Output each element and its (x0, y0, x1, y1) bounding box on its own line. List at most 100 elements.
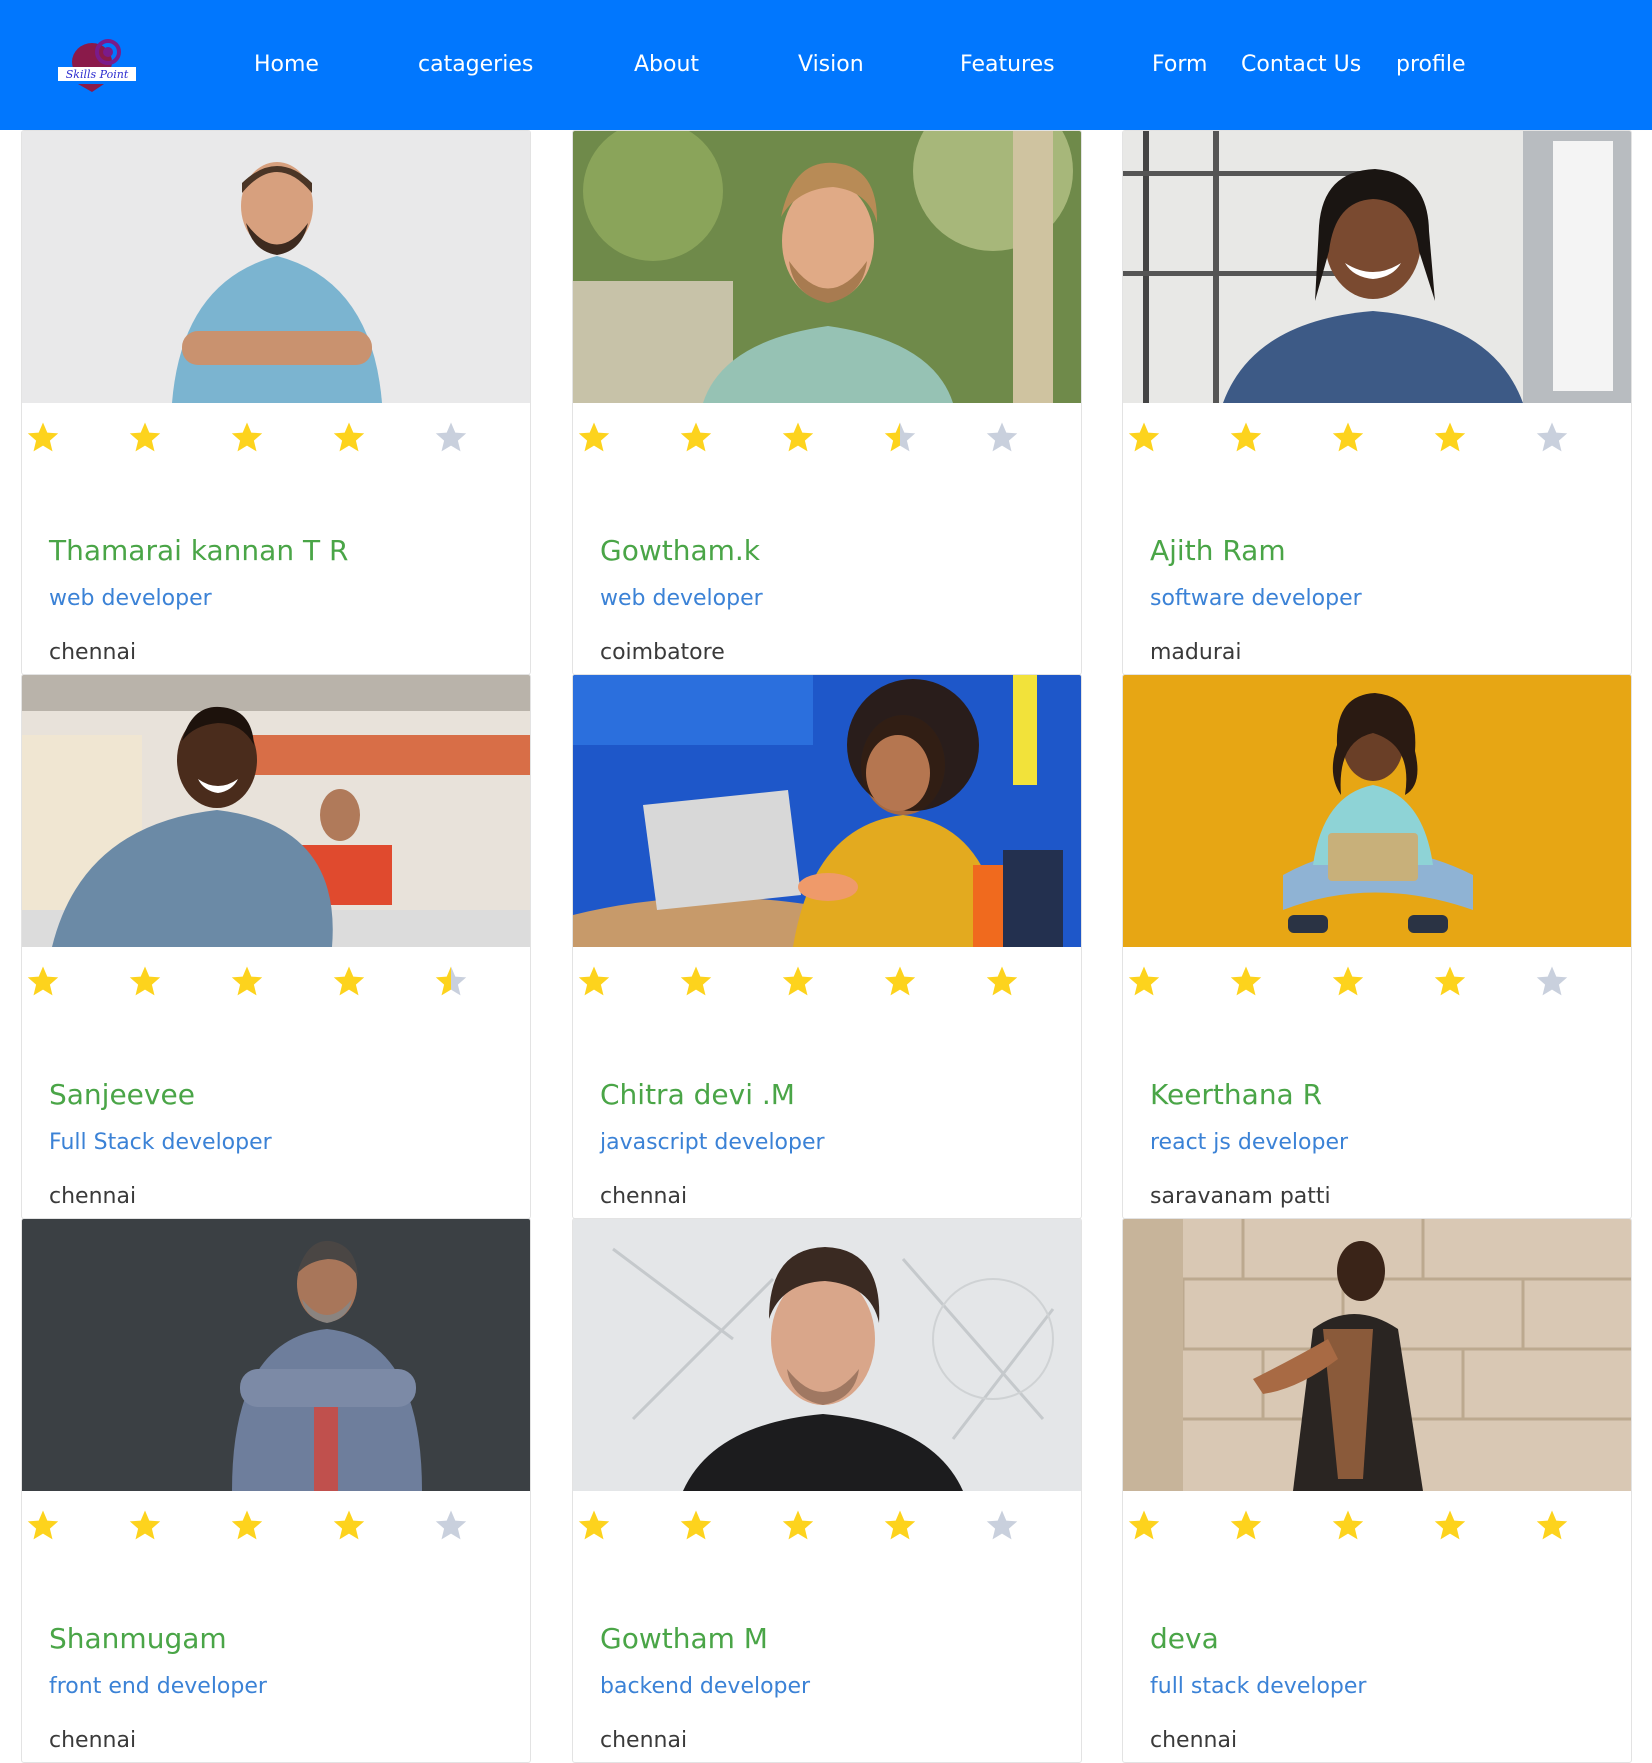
profile-card[interactable]: Keerthana R react js developer saravanam… (1122, 674, 1632, 1219)
star-filled-icon (1229, 1509, 1263, 1543)
profile-name[interactable]: Shanmugam (49, 1619, 227, 1659)
star-rating (22, 965, 530, 1015)
star-half-icon (434, 965, 468, 999)
star-filled-icon (781, 421, 815, 455)
profile-card[interactable]: Ajith Ram software developer madurai (1122, 130, 1632, 675)
profile-name[interactable]: Ajith Ram (1150, 531, 1286, 571)
star-filled-icon (679, 1509, 713, 1543)
profile-role: react js developer (1150, 1130, 1349, 1155)
star-rating (22, 1509, 530, 1559)
star-rating (1123, 965, 1631, 1015)
profile-card[interactable]: Shanmugam front end developer chennai (21, 1218, 531, 1763)
star-rating (1123, 1509, 1631, 1559)
profile-role: javascript developer (600, 1130, 825, 1155)
star-filled-icon (1331, 1509, 1365, 1543)
star-filled-icon (1127, 1509, 1161, 1543)
star-rating (573, 421, 1081, 471)
star-filled-icon (781, 1509, 815, 1543)
star-filled-icon (332, 1509, 366, 1543)
star-filled-icon (1433, 421, 1467, 455)
star-filled-icon (128, 1509, 162, 1543)
star-filled-icon (781, 965, 815, 999)
star-filled-icon (985, 965, 1019, 999)
star-filled-icon (1229, 421, 1263, 455)
star-filled-icon (1535, 1509, 1569, 1543)
profile-role: software developer (1150, 586, 1362, 611)
profile-name[interactable]: Thamarai kannan T R (49, 531, 348, 571)
profile-name[interactable]: Gowtham M (600, 1619, 768, 1659)
profile-role: web developer (600, 586, 763, 611)
profile-card[interactable]: deva full stack developer chennai (1122, 1218, 1632, 1763)
star-filled-icon (1331, 421, 1365, 455)
star-rating (573, 965, 1081, 1015)
profile-photo (22, 675, 530, 947)
star-filled-icon (679, 421, 713, 455)
star-filled-icon (577, 421, 611, 455)
profile-photo (22, 1219, 530, 1491)
profile-name[interactable]: Chitra devi .M (600, 1075, 795, 1115)
profile-card[interactable]: Sanjeevee Full Stack developer chennai (21, 674, 531, 1219)
star-filled-icon (883, 1509, 917, 1543)
star-empty-icon (1535, 421, 1569, 455)
profile-role: full stack developer (1150, 1674, 1367, 1699)
profile-city: madurai (1150, 640, 1242, 665)
profile-photo (1123, 675, 1631, 947)
star-filled-icon (577, 965, 611, 999)
profile-photo (1123, 131, 1631, 403)
star-empty-icon (1535, 965, 1569, 999)
star-filled-icon (128, 965, 162, 999)
star-rating (573, 1509, 1081, 1559)
star-filled-icon (230, 965, 264, 999)
star-empty-icon (434, 1509, 468, 1543)
star-filled-icon (679, 965, 713, 999)
profile-role: web developer (49, 586, 212, 611)
star-empty-icon (985, 421, 1019, 455)
profile-city: chennai (600, 1728, 688, 1753)
profile-city: chennai (1150, 1728, 1238, 1753)
star-empty-icon (434, 421, 468, 455)
profile-name[interactable]: Keerthana R (1150, 1075, 1322, 1115)
profile-city: chennai (600, 1184, 688, 1209)
star-rating (22, 421, 530, 471)
profile-card[interactable]: Gowtham.k web developer coimbatore (572, 130, 1082, 675)
profile-city: chennai (49, 1728, 137, 1753)
star-filled-icon (1127, 965, 1161, 999)
star-filled-icon (26, 1509, 60, 1543)
profile-photo (22, 131, 530, 403)
profile-name[interactable]: Gowtham.k (600, 531, 760, 571)
profile-city: saravanam patti (1150, 1184, 1331, 1209)
profile-role: Full Stack developer (49, 1130, 272, 1155)
profile-role: backend developer (600, 1674, 811, 1699)
profile-photo (573, 131, 1081, 403)
star-rating (1123, 421, 1631, 471)
star-empty-icon (985, 1509, 1019, 1543)
star-filled-icon (230, 421, 264, 455)
star-filled-icon (1433, 1509, 1467, 1543)
star-filled-icon (128, 421, 162, 455)
profile-name[interactable]: Sanjeevee (49, 1075, 195, 1115)
profile-card[interactable]: Thamarai kannan T R web developer chenna… (21, 130, 531, 675)
profile-photo (573, 1219, 1081, 1491)
profile-name[interactable]: deva (1150, 1619, 1219, 1659)
star-filled-icon (230, 1509, 264, 1543)
profile-city: coimbatore (600, 640, 725, 665)
star-filled-icon (1433, 965, 1467, 999)
profile-photo (1123, 1219, 1631, 1491)
star-filled-icon (332, 421, 366, 455)
star-filled-icon (26, 965, 60, 999)
star-filled-icon (1331, 965, 1365, 999)
star-filled-icon (1127, 421, 1161, 455)
star-half-icon (883, 421, 917, 455)
profile-card[interactable]: Chitra devi .M javascript developer chen… (572, 674, 1082, 1219)
star-filled-icon (883, 965, 917, 999)
profile-card-grid: Thamarai kannan T R web developer chenna… (0, 0, 1652, 1763)
star-filled-icon (1229, 965, 1263, 999)
profile-card[interactable]: Gowtham M backend developer chennai (572, 1218, 1082, 1763)
profile-photo (573, 675, 1081, 947)
profile-city: chennai (49, 640, 137, 665)
profile-role: front end developer (49, 1674, 267, 1699)
star-filled-icon (26, 421, 60, 455)
star-filled-icon (577, 1509, 611, 1543)
profile-city: chennai (49, 1184, 137, 1209)
star-filled-icon (332, 965, 366, 999)
